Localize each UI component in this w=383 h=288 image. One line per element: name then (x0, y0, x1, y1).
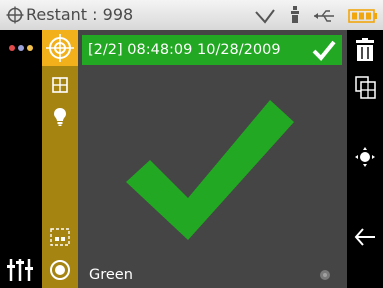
grid-icon (52, 77, 68, 93)
grid-button[interactable] (42, 70, 78, 100)
right-column (347, 30, 383, 288)
usb-device-icon (291, 6, 299, 23)
measurement-header[interactable]: [2/2] 08:48:09 10/28/2009 (82, 35, 342, 65)
result-panel: [2/2] 08:48:09 10/28/2009 Green (78, 30, 347, 288)
crosshair-icon (6, 6, 24, 24)
illuminant-button[interactable] (42, 102, 78, 132)
battery-icon (348, 9, 377, 23)
left-column (0, 30, 42, 288)
measure-icon[interactable] (353, 145, 377, 169)
trash-icon[interactable] (353, 38, 377, 62)
region-select-icon (50, 228, 70, 246)
back-arrow-icon[interactable] (353, 225, 377, 249)
remaining-count: Restant : 998 (26, 5, 134, 24)
compare-icon[interactable] (353, 76, 377, 100)
status-bar: Restant : 998 (0, 0, 383, 30)
lightbulb-icon (54, 108, 66, 126)
target-button[interactable] (42, 30, 78, 66)
large-pass-check-icon (126, 100, 294, 240)
sample-name: Green (89, 267, 133, 283)
usb-icon (314, 10, 334, 22)
sample-color-indicator-icon (320, 270, 330, 280)
menu-dots-icon[interactable] (8, 44, 38, 52)
region-select-button[interactable] (42, 222, 78, 252)
wifi-icon (255, 9, 275, 24)
sliders-icon[interactable] (6, 257, 34, 283)
pass-check-icon (312, 40, 336, 61)
tool-sidebar (42, 30, 78, 288)
target-icon (46, 34, 74, 62)
measurement-timestamp: [2/2] 08:48:09 10/28/2009 (88, 42, 281, 58)
record-button[interactable] (42, 255, 78, 285)
record-icon (50, 260, 70, 280)
